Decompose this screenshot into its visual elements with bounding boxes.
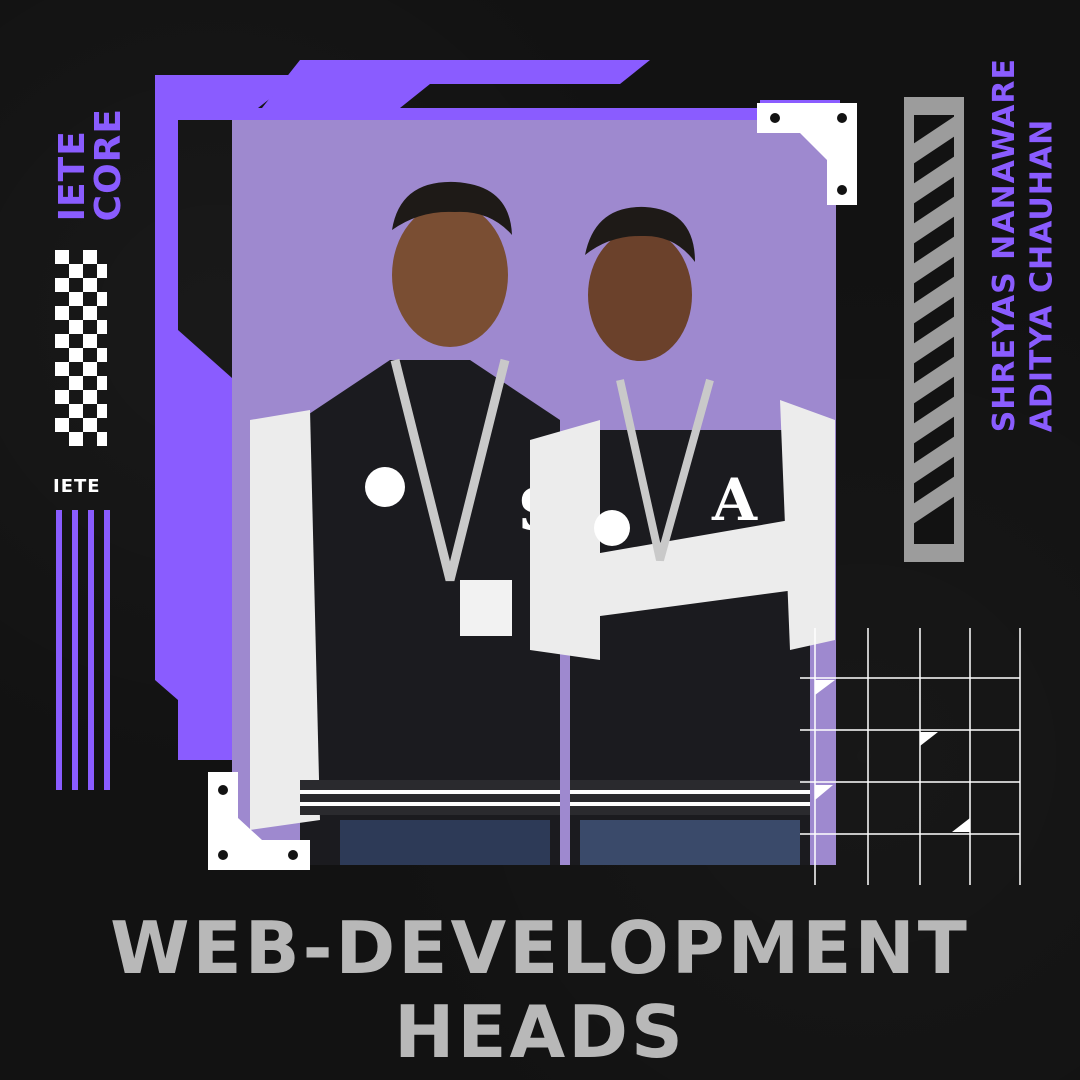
iete-badge: IETE: [53, 476, 101, 497]
left-label-line1: IETE: [52, 130, 93, 222]
title-line1: WEB-DEVELOPMENT: [110, 906, 970, 990]
grid-triangles: [815, 680, 970, 832]
left-vertical-label: IETE CORE: [52, 108, 129, 222]
name-second: ADITYA CHAUHAN: [1024, 118, 1060, 433]
left-label-line2: CORE: [88, 108, 129, 222]
name-first: SHREYAS NANAWARE: [987, 58, 1022, 433]
checker-pattern: [55, 250, 107, 446]
poster: S A: [0, 0, 1080, 1080]
purple-stripes: [56, 510, 110, 790]
jacket-letter-right: A: [711, 466, 758, 534]
title-line2: HEADS: [394, 990, 686, 1074]
grey-hatch: [904, 97, 964, 562]
names-vertical: SHREYAS NANAWARE ADITYA CHAUHAN: [986, 58, 1061, 432]
